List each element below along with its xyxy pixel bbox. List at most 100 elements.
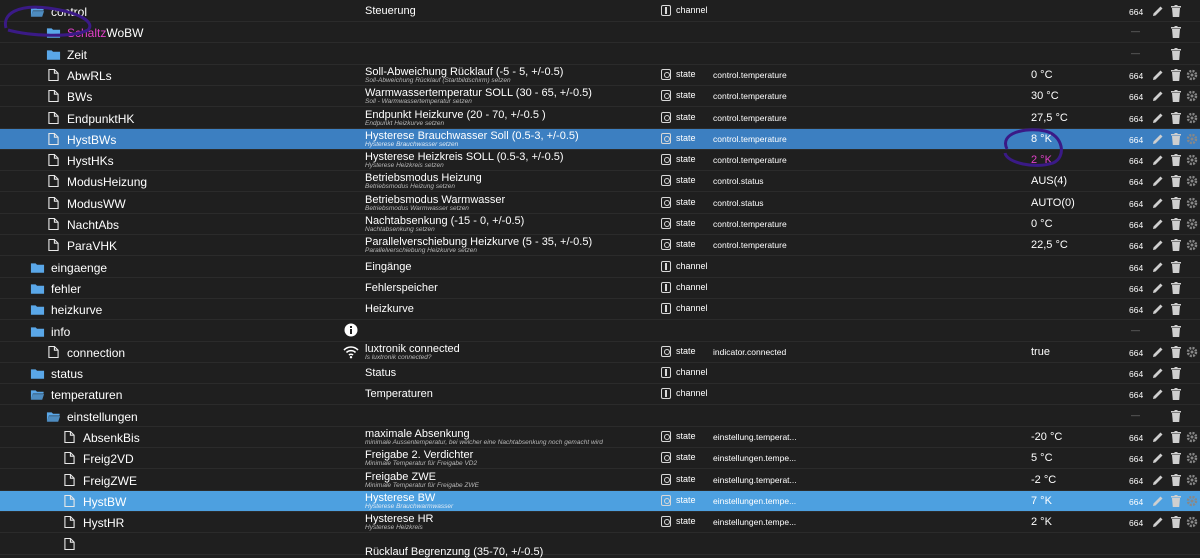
- folder-open-icon[interactable]: [46, 411, 61, 422]
- object-name[interactable]: AbsenkBis: [83, 431, 140, 445]
- edit-icon[interactable]: [1152, 388, 1164, 400]
- edit-icon[interactable]: [1152, 239, 1164, 251]
- tree-row[interactable]: temperaturen Temperaturen channel 664: [0, 384, 1200, 406]
- tree-row[interactable]: fehler Fehlerspeicher channel 664: [0, 278, 1200, 299]
- trash-icon[interactable]: [1171, 388, 1181, 401]
- tree-row[interactable]: control Steuerung channel 664: [0, 1, 1200, 22]
- edit-icon[interactable]: [1152, 218, 1164, 230]
- folder-icon[interactable]: [30, 262, 45, 273]
- tree-row[interactable]: heizkurve Heizkurve channel 664: [0, 299, 1200, 321]
- object-name[interactable]: control: [51, 5, 87, 19]
- object-value[interactable]: 30 °C: [1031, 90, 1059, 102]
- object-name[interactable]: heizkurve: [51, 303, 102, 317]
- trash-icon[interactable]: [1171, 68, 1181, 81]
- object-name[interactable]: FreigZWE: [83, 474, 137, 488]
- trash-icon[interactable]: [1171, 409, 1181, 422]
- gear-icon[interactable]: [1186, 218, 1198, 230]
- trash-icon[interactable]: [1171, 5, 1181, 17]
- tree-row[interactable]: ModusHeizung Betriebsmodus Heizung Betrieb…: [0, 171, 1200, 193]
- tree-row[interactable]: einstellungen —: [0, 406, 1200, 427]
- object-name[interactable]: EndpunktHK: [67, 112, 134, 126]
- gear-icon[interactable]: [1186, 516, 1198, 528]
- object-value[interactable]: 0 °C: [1031, 69, 1053, 81]
- object-name[interactable]: ParaVHK: [67, 239, 117, 253]
- object-name[interactable]: ModusWW: [67, 197, 126, 211]
- file-icon[interactable]: [48, 68, 62, 82]
- gear-icon[interactable]: [1186, 112, 1198, 124]
- edit-icon[interactable]: [1152, 474, 1164, 486]
- tree-row[interactable]: eingaenge Eingänge channel 664: [0, 257, 1200, 278]
- file-icon[interactable]: [64, 473, 78, 487]
- gear-icon[interactable]: [1186, 69, 1198, 81]
- tree-row[interactable]: Rücklauf Begrenzung (35-70, +/-0.5): [0, 534, 1200, 558]
- object-name[interactable]: eingaenge: [51, 261, 107, 275]
- tree-row[interactable]: Zeit —: [0, 44, 1200, 65]
- object-name[interactable]: temperaturen: [51, 388, 122, 402]
- object-name[interactable]: HystBW: [83, 495, 126, 509]
- file-icon[interactable]: [64, 451, 78, 465]
- edit-icon[interactable]: [1152, 154, 1164, 166]
- object-name[interactable]: HystHKs: [67, 154, 114, 168]
- gear-icon[interactable]: [1186, 431, 1198, 443]
- tree-row[interactable]: ModusWW Betriebsmodus Warmwasser Betriebsm…: [0, 193, 1200, 214]
- trash-icon[interactable]: [1171, 303, 1181, 316]
- trash-icon[interactable]: [1171, 90, 1181, 103]
- trash-icon[interactable]: [1171, 281, 1181, 294]
- tree-row[interactable]: HystHKs Hysterese Heizkreis SOLL (0.5-3, …: [0, 150, 1200, 172]
- trash-icon[interactable]: [1171, 324, 1181, 337]
- tree-row[interactable]: ParaVHK Parallelverschiebung Heizkurve (5…: [0, 235, 1200, 257]
- gear-icon[interactable]: [1186, 474, 1198, 486]
- object-value[interactable]: 5 °C: [1031, 452, 1053, 464]
- file-icon[interactable]: [48, 89, 62, 103]
- folder-open-icon[interactable]: [30, 389, 45, 401]
- trash-icon[interactable]: [1171, 196, 1181, 209]
- object-name[interactable]: einstellungen: [67, 410, 138, 424]
- folder-icon[interactable]: [46, 49, 61, 60]
- object-name[interactable]: ModusHeizung: [67, 175, 147, 189]
- trash-icon[interactable]: [1171, 260, 1181, 273]
- file-icon[interactable]: [64, 494, 78, 508]
- object-name[interactable]: HystBWs: [67, 133, 116, 147]
- tree-row[interactable]: EndpunktHK Endpunkt Heizkurve (20 - 70, +…: [0, 108, 1200, 129]
- object-value[interactable]: AUS(4): [1031, 175, 1067, 187]
- gear-icon[interactable]: [1186, 239, 1198, 251]
- trash-icon[interactable]: [1171, 345, 1181, 358]
- object-name[interactable]: connection: [67, 346, 125, 360]
- folder-open-icon[interactable]: [30, 6, 45, 17]
- object-name[interactable]: Zeit: [67, 48, 87, 62]
- file-icon[interactable]: [64, 537, 78, 551]
- trash-icon[interactable]: [1171, 218, 1181, 230]
- trash-icon[interactable]: [1171, 111, 1181, 124]
- file-icon[interactable]: [48, 153, 62, 167]
- trash-icon[interactable]: [1171, 132, 1181, 145]
- object-name[interactable]: fehler: [51, 282, 81, 296]
- folder-icon[interactable]: [30, 326, 45, 337]
- object-name[interactable]: BWs: [67, 90, 92, 104]
- object-name[interactable]: NachtAbs: [67, 218, 119, 232]
- trash-icon[interactable]: [1171, 47, 1181, 60]
- gear-icon[interactable]: [1186, 452, 1198, 464]
- gear-icon[interactable]: [1186, 154, 1198, 166]
- trash-icon[interactable]: [1171, 367, 1181, 380]
- tree-row[interactable]: Freig2VD Freigabe 2. Verdichter Minimale T…: [0, 448, 1200, 470]
- trash-icon[interactable]: [1171, 154, 1181, 167]
- edit-icon[interactable]: [1152, 452, 1164, 464]
- object-value[interactable]: true: [1031, 346, 1050, 358]
- tree-row[interactable]: BWs Warmwassertemperatur SOLL (30 - 65, +…: [0, 86, 1200, 108]
- folder-icon[interactable]: [30, 368, 45, 379]
- trash-icon[interactable]: [1171, 473, 1181, 486]
- object-value[interactable]: 0 °C: [1031, 218, 1053, 230]
- edit-icon[interactable]: [1152, 112, 1164, 124]
- object-value[interactable]: 7 °K: [1031, 495, 1052, 507]
- file-icon[interactable]: [64, 515, 78, 529]
- edit-icon[interactable]: [1152, 367, 1164, 379]
- object-value[interactable]: -20 °C: [1031, 431, 1062, 443]
- object-value[interactable]: 2 °K: [1031, 516, 1052, 528]
- file-icon[interactable]: [48, 132, 62, 146]
- file-icon[interactable]: [48, 238, 62, 252]
- folder-icon[interactable]: [30, 283, 45, 294]
- edit-icon[interactable]: [1152, 431, 1164, 443]
- edit-icon[interactable]: [1152, 133, 1164, 145]
- gear-icon[interactable]: [1186, 133, 1198, 145]
- gear-icon[interactable]: [1186, 175, 1198, 187]
